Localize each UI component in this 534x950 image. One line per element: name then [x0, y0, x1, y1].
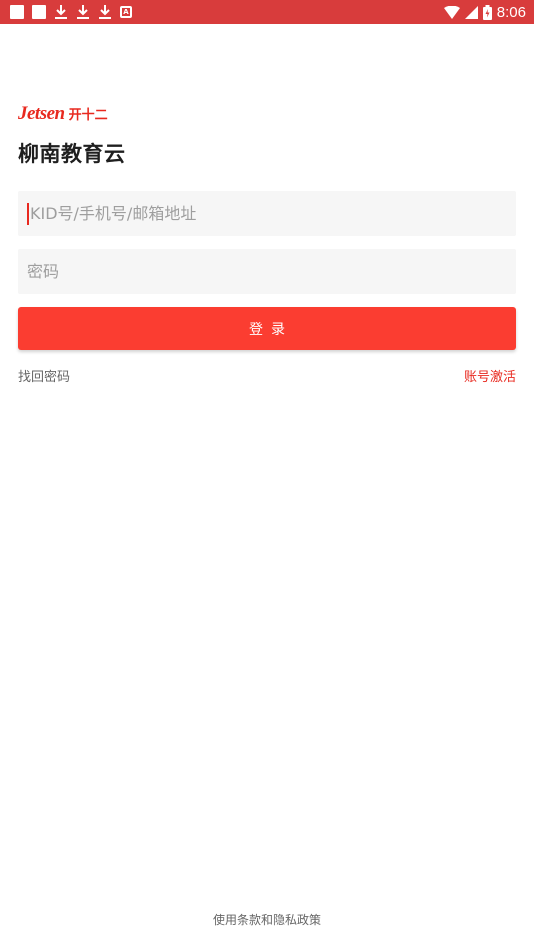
- wifi-icon: [443, 5, 460, 19]
- activate-account-link[interactable]: 账号激活: [464, 366, 516, 385]
- a-badge-icon: A: [120, 6, 132, 18]
- logo-chinese: 开十二: [68, 108, 108, 123]
- download-icon: [76, 4, 90, 20]
- battery-icon: [482, 4, 492, 20]
- notification-icons: A: [10, 4, 132, 20]
- password-input[interactable]: [27, 249, 516, 294]
- app-title: 柳南教育云: [18, 142, 126, 166]
- login-button[interactable]: 登录: [18, 307, 516, 350]
- text-cursor: [27, 202, 29, 225]
- status-time: 8:06: [496, 3, 526, 21]
- account-field[interactable]: [18, 191, 516, 236]
- logo-wordmark: Jetsen: [18, 103, 65, 124]
- system-status: 8:06: [443, 3, 526, 21]
- password-field[interactable]: [18, 249, 516, 294]
- forgot-password-link[interactable]: 找回密码: [18, 366, 70, 385]
- download-icon: [98, 4, 112, 20]
- download-icon: [54, 4, 68, 20]
- square-icon: [10, 5, 24, 19]
- square-icon: [32, 5, 46, 19]
- terms-privacy-link[interactable]: 使用条款和隐私政策: [0, 911, 534, 928]
- link-row: 找回密码 账号激活: [18, 366, 516, 385]
- status-bar: A 8:06: [0, 0, 534, 24]
- brand-logo: Jetsen 开十二: [18, 104, 108, 124]
- signal-icon: [464, 5, 478, 19]
- account-input[interactable]: [30, 191, 516, 236]
